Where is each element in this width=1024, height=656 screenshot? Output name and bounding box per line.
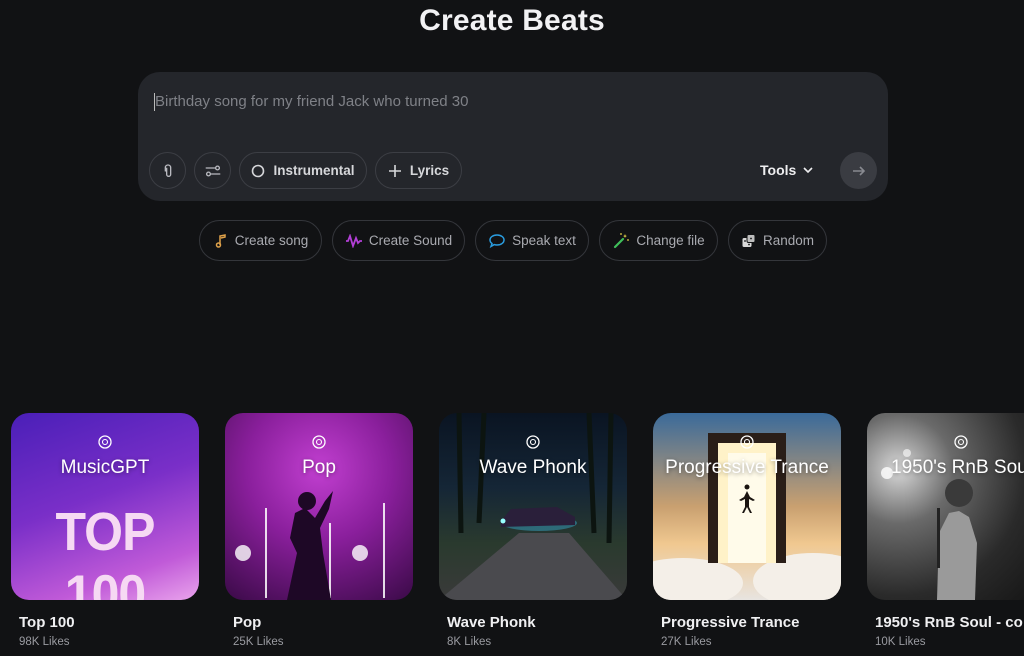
card-name[interactable]: Wave Phonk <box>447 614 536 631</box>
send-button[interactable] <box>840 152 877 189</box>
sliders-icon <box>205 164 220 177</box>
card-likes: 98K Likes <box>19 636 70 648</box>
speak-text-label: Speak text <box>512 233 576 248</box>
lyrics-button[interactable]: Lyrics <box>375 152 462 189</box>
prompt-box[interactable]: Birthday song for my friend Jack who tur… <box>138 72 888 201</box>
tools-label: Tools <box>760 162 797 178</box>
musicgpt-logo-icon <box>526 435 540 449</box>
playlist-card-top-100[interactable]: MusicGPT TOP 100 <box>11 413 199 600</box>
card-likes: 25K Likes <box>233 636 284 648</box>
change-file-button[interactable]: Change file <box>599 220 718 261</box>
dice-icon <box>742 233 756 247</box>
card-cover-title: 1950's RnB Soul <box>891 457 1024 478</box>
musicgpt-logo-icon <box>740 435 754 449</box>
tools-dropdown[interactable]: Tools <box>760 162 814 178</box>
card-cover-title: Pop <box>302 457 336 478</box>
card-name[interactable]: Progressive Trance <box>661 614 799 631</box>
random-label: Random <box>762 233 815 248</box>
magic-wand-icon <box>614 232 630 248</box>
waveform-icon <box>345 233 362 248</box>
paperclip-icon <box>164 163 171 177</box>
circle-icon <box>252 164 265 177</box>
playlist-card-wave-phonk[interactable]: Wave Phonk <box>439 413 627 600</box>
create-sound-label: Create Sound <box>368 233 453 248</box>
speech-bubble-icon <box>489 233 505 248</box>
music-note-icon <box>215 233 226 248</box>
card-likes: 27K Likes <box>661 636 712 648</box>
change-file-label: Change file <box>636 233 705 248</box>
card-name[interactable]: 1950's RnB Soul - co <box>875 614 1024 631</box>
random-button[interactable]: Random <box>728 220 827 261</box>
plus-icon <box>388 164 401 177</box>
playlist-card-1950s-rnb-soul[interactable]: 1950's RnB Soul <box>867 413 1024 600</box>
arrow-right-icon <box>852 165 865 176</box>
speak-text-button[interactable]: Speak text <box>475 220 589 261</box>
attach-button[interactable] <box>149 152 186 189</box>
create-song-label: Create song <box>234 233 309 248</box>
card-cover-title: Progressive Trance <box>665 457 829 478</box>
musicgpt-logo-icon <box>954 435 968 449</box>
card-likes: 8K Likes <box>447 636 492 648</box>
playlist-card-progressive-trance[interactable]: Progressive Trance <box>653 413 841 600</box>
musicgpt-logo-icon <box>312 435 326 449</box>
card-name[interactable]: Pop <box>233 614 261 631</box>
card-cover-text: TOP 100 <box>55 501 156 600</box>
create-song-button[interactable]: Create song <box>199 220 322 261</box>
card-cover-title: Wave Phonk <box>479 457 587 478</box>
card-name[interactable]: Top 100 <box>19 614 75 631</box>
card-cover-title: MusicGPT <box>60 457 150 478</box>
create-sound-button[interactable]: Create Sound <box>332 220 465 261</box>
prompt-input[interactable]: Birthday song for my friend Jack who tur… <box>154 93 469 111</box>
instrumental-label: Instrumental <box>273 163 355 178</box>
rnb-soul-cover-art <box>881 449 977 600</box>
playlist-card-pop[interactable]: Pop <box>225 413 413 600</box>
instrumental-toggle[interactable]: Instrumental <box>239 152 367 189</box>
card-likes: 10K Likes <box>875 636 926 648</box>
settings-button[interactable] <box>194 152 231 189</box>
page-title: Create Beats <box>419 4 605 37</box>
lyrics-label: Lyrics <box>409 163 450 178</box>
musicgpt-logo-icon <box>98 435 112 449</box>
chevron-down-icon <box>803 167 813 174</box>
